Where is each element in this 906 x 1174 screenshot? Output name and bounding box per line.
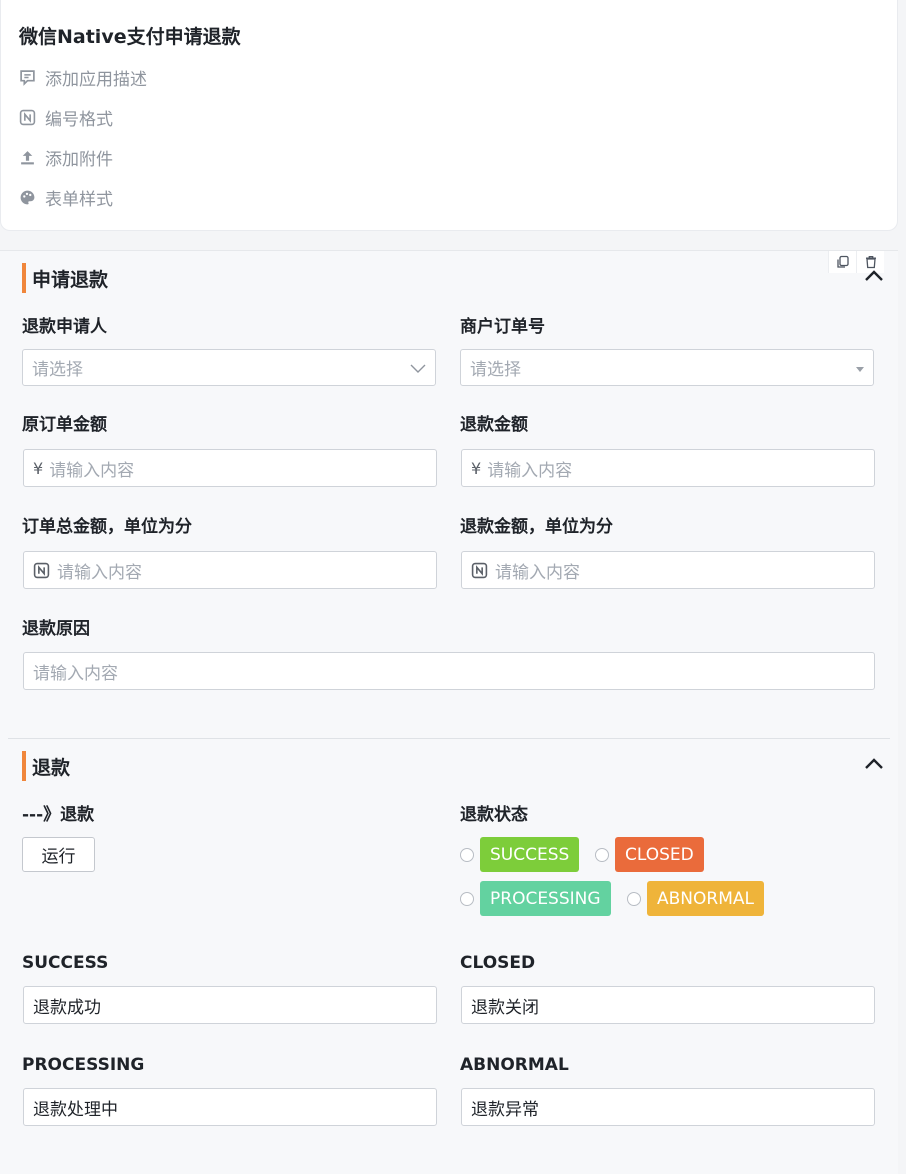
status-tag-closed: CLOSED: [615, 837, 704, 872]
abnormal-label: ABNORMAL: [460, 1055, 569, 1075]
radio-circle[interactable]: [595, 847, 609, 862]
caret-down-icon: [856, 367, 864, 372]
reason-label: 退款原因: [22, 619, 90, 639]
abnormal-input[interactable]: 退款异常: [461, 1088, 875, 1126]
total-fen-input[interactable]: 请输入内容: [23, 551, 437, 589]
yen-prefix: ¥: [471, 458, 482, 478]
status-tag-success: SUCCESS: [480, 837, 580, 872]
status-option-success[interactable]: SUCCESS: [460, 837, 580, 872]
app-header-card: 微信Native支付申请退款 添加应用描述 编号格式 添加附件 表单样式: [0, 0, 898, 231]
section-divider: [8, 738, 890, 739]
add-description-link[interactable]: 添加应用描述: [19, 66, 147, 90]
chevron-down-icon: [410, 364, 426, 373]
reason-input[interactable]: 请输入内容: [23, 652, 875, 690]
order-no-select[interactable]: 请选择: [460, 349, 874, 386]
success-input[interactable]: 退款成功: [23, 986, 437, 1024]
section-accent-bar: [22, 263, 26, 293]
radio-circle[interactable]: [460, 847, 474, 862]
form-style-link[interactable]: 表单样式: [19, 186, 113, 210]
form-canvas: [0, 250, 898, 1174]
status-option-abnormal[interactable]: ABNORMAL: [627, 881, 764, 916]
number-format-link[interactable]: 编号格式: [19, 106, 113, 130]
radio-circle[interactable]: [627, 891, 641, 906]
success-label: SUCCESS: [22, 953, 109, 973]
order-no-label: 商户订单号: [460, 317, 545, 337]
applicant-placeholder: 请选择: [32, 360, 83, 380]
copy-button[interactable]: [828, 251, 856, 273]
section-accent-bar: [22, 751, 26, 781]
collapse-section-refund[interactable]: [862, 754, 886, 774]
number-icon: [471, 562, 488, 579]
status-tag-processing: PROCESSING: [480, 881, 611, 916]
processing-value: 退款处理中: [33, 1099, 118, 1120]
closed-value: 退款关闭: [471, 997, 539, 1018]
status-option-processing[interactable]: PROCESSING: [460, 881, 611, 916]
number-format-label: 编号格式: [45, 109, 113, 130]
orig-amount-placeholder: 请输入内容: [49, 460, 135, 481]
add-attachment-link[interactable]: 添加附件: [19, 146, 113, 170]
total-fen-label: 订单总金额，单位为分: [22, 517, 192, 537]
radio-circle[interactable]: [460, 891, 474, 906]
upload-icon: [19, 149, 36, 166]
refund-amount-input[interactable]: ¥ 请输入内容: [461, 449, 875, 487]
processing-label: PROCESSING: [22, 1055, 145, 1075]
refund-fen-label: 退款金额，单位为分: [460, 517, 613, 537]
refund-fen-placeholder: 请输入内容: [495, 562, 580, 583]
status-option-closed[interactable]: CLOSED: [595, 837, 704, 872]
chevron-up-icon: [865, 270, 883, 281]
orig-amount-input[interactable]: ¥ 请输入内容: [23, 449, 437, 487]
orig-amount-label: 原订单金额: [22, 415, 107, 435]
app-title: 微信Native支付申请退款: [19, 26, 241, 48]
add-attachment-label: 添加附件: [45, 149, 113, 170]
run-refund-label: ---》退款: [22, 805, 95, 825]
success-value: 退款成功: [33, 997, 101, 1018]
refund-amount-label: 退款金额: [460, 415, 528, 435]
total-fen-placeholder: 请输入内容: [57, 562, 142, 583]
refund-fen-input[interactable]: 请输入内容: [461, 551, 875, 589]
run-button[interactable]: 运行: [22, 837, 95, 872]
comment-icon: [19, 69, 36, 86]
processing-input[interactable]: 退款处理中: [23, 1088, 437, 1126]
closed-input[interactable]: 退款关闭: [461, 986, 875, 1024]
add-description-label: 添加应用描述: [45, 69, 147, 90]
section-refund-header: 退款: [22, 751, 70, 781]
status-tag-abnormal: ABNORMAL: [647, 881, 764, 916]
closed-label: CLOSED: [460, 953, 536, 973]
palette-icon: [19, 189, 36, 206]
number-format-icon: [19, 109, 36, 126]
section-apply-refund-header: 申请退款: [22, 263, 108, 293]
applicant-label: 退款申请人: [22, 317, 107, 337]
section-apply-refund-title: 申请退款: [32, 268, 109, 291]
collapse-section-apply-refund[interactable]: [862, 266, 886, 286]
form-style-label: 表单样式: [45, 189, 113, 210]
number-icon: [33, 562, 50, 579]
refund-status-label: 退款状态: [460, 805, 528, 825]
abnormal-value: 退款异常: [471, 1099, 539, 1120]
reason-placeholder: 请输入内容: [33, 663, 118, 684]
refund-amount-placeholder: 请输入内容: [487, 460, 573, 481]
chevron-up-icon: [865, 758, 883, 769]
section-refund-title: 退款: [32, 756, 71, 779]
yen-prefix: ¥: [33, 458, 44, 478]
applicant-select[interactable]: 请选择: [22, 349, 436, 386]
order-no-placeholder: 请选择: [470, 360, 521, 380]
copy-icon: [836, 255, 849, 268]
